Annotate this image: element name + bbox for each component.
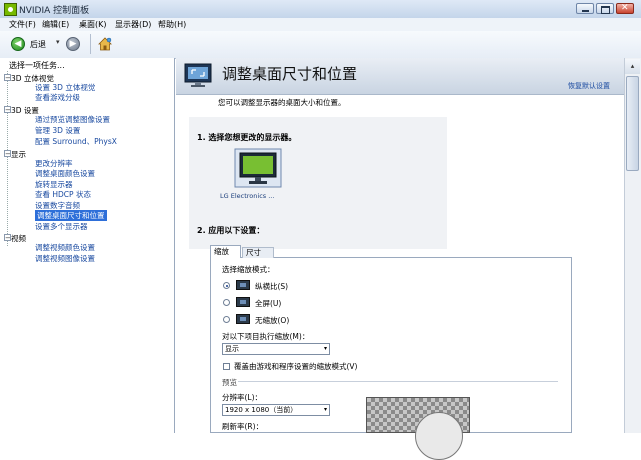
menu-edit[interactable]: 编辑(E)	[42, 19, 69, 30]
scrollbar-thumb[interactable]	[626, 76, 639, 171]
dropdown-arrow-icon: ▾	[323, 406, 327, 413]
radio-full-screen[interactable]	[223, 299, 230, 306]
minimize-button[interactable]	[576, 3, 594, 14]
aspect-ratio-label[interactable]: 纵横比(S)	[255, 281, 288, 292]
menu-help[interactable]: 帮助(H)	[158, 19, 186, 30]
monitor-icon[interactable]	[234, 148, 282, 188]
dropdown-arrow-icon: ▾	[323, 345, 327, 352]
desktop-size-icon	[184, 63, 212, 87]
full-screen-icon	[236, 297, 250, 307]
sidebar-item-desktop-size-position[interactable]: 调整桌面尺寸和位置	[35, 210, 107, 221]
sidebar-item-manage-3d-settings[interactable]: 管理 3D 设置	[35, 125, 80, 136]
resolution-value: 1920 x 1080（当前）	[225, 406, 298, 414]
monitor-label[interactable]: LG Electronics ...	[220, 192, 274, 200]
refresh-rate-label: 刷新率(R)：	[222, 422, 264, 431]
tree-guide-line	[7, 71, 9, 246]
no-scaling-icon	[236, 314, 250, 324]
sidebar-item-surround-physx[interactable]: 配置 Surround、PhysX	[35, 136, 117, 147]
title-bar	[0, 0, 641, 19]
page-title: 调整桌面尺寸和位置	[222, 65, 358, 83]
tree-expander-stereo-3d[interactable]: −	[4, 74, 11, 82]
menu-display[interactable]: 显示器(D)	[115, 19, 151, 30]
window-title: NVIDIA 控制面板	[19, 6, 90, 16]
tree-expander-video[interactable]: −	[4, 234, 11, 242]
resolution-label: 分辨率(L)：	[222, 393, 263, 402]
tab-scaling[interactable]: 缩放	[210, 245, 241, 258]
sidebar-item-preview-image-settings[interactable]: 通过预览调整图像设置	[35, 114, 110, 125]
full-screen-label[interactable]: 全屏(U)	[255, 298, 281, 309]
sidebar-item-game-ratings[interactable]: 查看游戏分级	[35, 92, 80, 103]
preview-test-pattern	[415, 412, 463, 460]
tab-size[interactable]: 尺寸	[242, 247, 274, 258]
back-button-label[interactable]: 后退	[30, 39, 46, 50]
restore-defaults-link[interactable]: 恢复默认设置	[568, 81, 610, 91]
perform-scaling-label: 对以下项目执行缩放(M)：	[222, 332, 310, 341]
tree-category-display[interactable]: 显示	[11, 149, 26, 160]
perform-scaling-select[interactable]: 显示 ▾	[222, 343, 330, 355]
no-scaling-label[interactable]: 无缩放(O)	[255, 315, 289, 326]
sidebar-item-video-image[interactable]: 调整视频图像设置	[35, 253, 95, 264]
home-icon[interactable]	[97, 36, 113, 52]
toolbar-separator	[90, 34, 91, 54]
step2-heading: 2. 应用以下设置：	[197, 226, 265, 235]
maximize-button[interactable]	[596, 3, 614, 14]
sidebar-item-video-color[interactable]: 调整视频颜色设置	[35, 242, 95, 253]
sidebar-item-multiple-displays[interactable]: 设置多个显示器	[35, 221, 88, 232]
override-scaling-label[interactable]: 覆盖由游戏和程序设置的缩放模式(V)	[234, 361, 357, 372]
perform-scaling-value: 显示	[225, 345, 239, 353]
task-heading: 选择一项任务...	[9, 61, 65, 70]
back-history-dropdown[interactable]: ▾	[56, 38, 60, 46]
menu-file[interactable]: 文件(F)	[9, 19, 36, 30]
menu-desktop[interactable]: 桌面(K)	[79, 19, 107, 30]
scaling-mode-label: 选择缩放模式：	[222, 265, 275, 274]
resolution-select[interactable]: 1920 x 1080（当前） ▾	[222, 404, 330, 416]
sidebar-item-hdcp-status[interactable]: 查看 HDCP 状态	[35, 189, 91, 200]
step1-heading: 1. 选择您想更改的显示器。	[197, 133, 297, 142]
preview-heading: 预览	[222, 378, 237, 387]
tree-expander-display[interactable]: −	[4, 150, 11, 158]
forward-arrow-icon[interactable]: ▶	[66, 37, 80, 51]
page-description: 您可以调整显示器的桌面大小和位置。	[218, 98, 346, 107]
tree-category-video[interactable]: 视频	[11, 233, 26, 244]
preview-divider	[238, 381, 558, 382]
back-arrow-icon[interactable]: ◀	[11, 37, 25, 51]
override-scaling-checkbox[interactable]	[223, 363, 230, 370]
close-button[interactable]	[616, 3, 634, 14]
radio-no-scaling[interactable]	[223, 316, 230, 323]
sidebar-item-desktop-color[interactable]: 调整桌面颜色设置	[35, 168, 95, 179]
scroll-up-arrow-icon[interactable]: ▴	[625, 59, 640, 74]
tree-expander-3d-settings[interactable]: −	[4, 106, 11, 114]
nvidia-app-icon	[4, 3, 17, 16]
aspect-ratio-icon	[236, 280, 250, 290]
radio-aspect-ratio[interactable]	[223, 282, 230, 289]
